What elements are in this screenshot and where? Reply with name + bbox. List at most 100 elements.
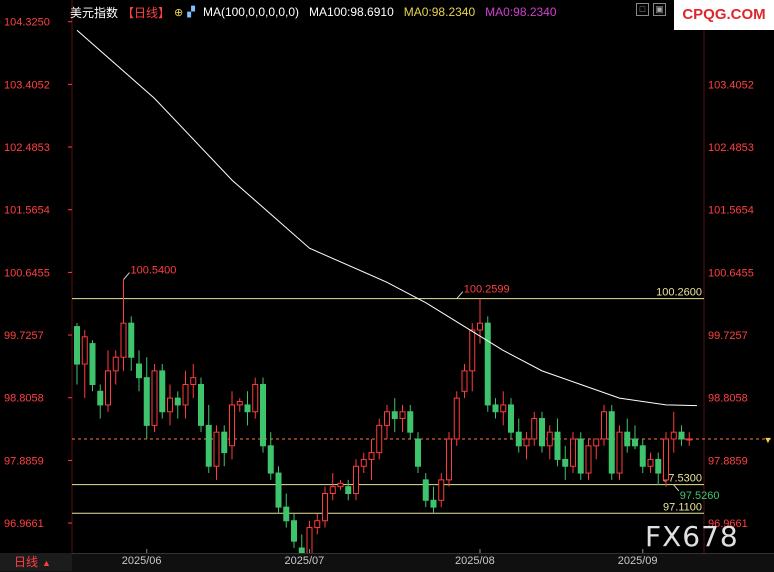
candle-body	[81, 336, 88, 365]
candle-body	[74, 326, 80, 365]
x-tick-label: 2025/07	[284, 555, 325, 567]
candle-body	[128, 322, 135, 358]
settings-icon[interactable]: ⊕	[174, 6, 183, 19]
y-tick-right: 99.7257	[708, 330, 748, 342]
candle-body	[453, 397, 460, 440]
candle-body	[492, 404, 499, 413]
x-tick-label: 2025/09	[617, 555, 658, 567]
candle-body	[407, 411, 414, 433]
candle-body	[337, 482, 344, 488]
candle-body	[446, 438, 452, 481]
candle-body	[608, 411, 615, 474]
y-tick-left: 97.8859	[4, 455, 44, 467]
ma100-value: MA100:98.6910	[309, 5, 394, 19]
last-price-marker: ▼	[764, 435, 773, 445]
annotation-pointer	[123, 272, 130, 280]
candle-body	[601, 411, 607, 440]
candle-body	[415, 438, 421, 467]
y-tick-left: 102.4853	[4, 142, 50, 154]
candle-body	[275, 472, 282, 508]
candle-body	[515, 431, 522, 447]
candle-body	[345, 486, 352, 494]
candle-body	[236, 401, 243, 406]
candle-body	[174, 397, 181, 406]
indicator-icon[interactable]: ▞	[187, 7, 195, 18]
candle-body	[353, 465, 359, 494]
candle-body	[399, 411, 406, 420]
candle-body	[322, 492, 328, 522]
candle-body	[562, 458, 569, 467]
annotation-pointer	[456, 291, 464, 299]
y-tick-right: 100.6455	[708, 267, 754, 279]
candle-body	[686, 438, 693, 441]
reference-line-label: 97.1100	[663, 501, 702, 513]
period-selector[interactable]: 日线 ▲	[0, 553, 72, 571]
candle-body	[182, 383, 189, 406]
candle-body	[546, 431, 553, 447]
candlestick-chart: 104.3250104.3250103.4052103.4052102.4853…	[4, 0, 774, 553]
watermark: FX678	[645, 520, 739, 553]
candle-body	[391, 411, 398, 420]
instrument-title: 美元指数	[70, 5, 119, 20]
triangle-up-icon: ▲	[42, 558, 51, 568]
candle-body	[89, 343, 96, 385]
y-tick-left: 96.9661	[4, 518, 44, 530]
candle-body	[368, 452, 375, 460]
y-tick-right: 98.8058	[708, 393, 748, 405]
candle-body	[151, 370, 158, 426]
candle-body	[360, 458, 367, 467]
candle-body	[639, 445, 646, 467]
candle-body	[260, 383, 266, 447]
period-selector-label: 日线	[14, 555, 39, 569]
candle-body	[484, 322, 491, 406]
candle-body	[221, 431, 228, 454]
candle-body	[198, 383, 204, 426]
candle-body	[267, 445, 274, 474]
y-tick-left: 103.4052	[4, 79, 50, 91]
candle-body	[329, 486, 336, 494]
ma-value-purple: MA0:98.2340	[485, 5, 557, 19]
ma-params: MA(100,0,0,0,0,0)	[202, 5, 300, 19]
candle-body	[678, 431, 685, 440]
candle-body	[539, 418, 545, 447]
extreme-annotation: 100.5400	[131, 265, 177, 277]
candle-body	[105, 370, 111, 406]
annotation-pointer	[673, 484, 680, 492]
brand-logo: CPQG.COM	[674, 0, 774, 30]
y-tick-left: 101.5654	[4, 205, 50, 217]
candle-body	[531, 418, 538, 440]
candle-body	[461, 370, 468, 392]
y-tick-right: 97.8859	[708, 455, 748, 467]
candle-body	[508, 404, 514, 433]
candle-body	[469, 329, 476, 372]
candle-body	[477, 322, 483, 331]
candle-body	[438, 479, 445, 501]
y-tick-left: 99.7257	[4, 330, 44, 342]
ma100-line	[76, 29, 698, 407]
candle-body	[376, 424, 383, 454]
y-tick-left: 104.3250	[4, 17, 50, 29]
y-tick-right: 101.5654	[708, 205, 754, 217]
candle-body	[663, 438, 669, 481]
x-tick-label: 2025/06	[121, 555, 162, 567]
candle-body	[120, 322, 127, 358]
maximize-icon[interactable]: □	[636, 3, 649, 16]
candle-body	[655, 458, 662, 474]
candle-body	[523, 438, 530, 447]
y-tick-left: 100.6455	[4, 267, 50, 279]
candle-body	[384, 411, 390, 426]
candle-body	[167, 397, 173, 413]
candle-body	[252, 383, 259, 413]
candle-body	[585, 445, 592, 474]
candle-body	[291, 520, 297, 542]
candle-body	[190, 377, 197, 385]
candle-body	[112, 356, 119, 372]
candle-body	[624, 431, 631, 447]
candle-body	[577, 438, 584, 474]
fullscreen-icon[interactable]: ▣	[653, 3, 666, 16]
extreme-annotation: 97.5260	[680, 490, 720, 502]
candle-body	[229, 404, 235, 447]
candle-body	[205, 424, 212, 467]
reference-line-label: 100.2600	[656, 287, 702, 299]
candle-body	[616, 431, 623, 474]
